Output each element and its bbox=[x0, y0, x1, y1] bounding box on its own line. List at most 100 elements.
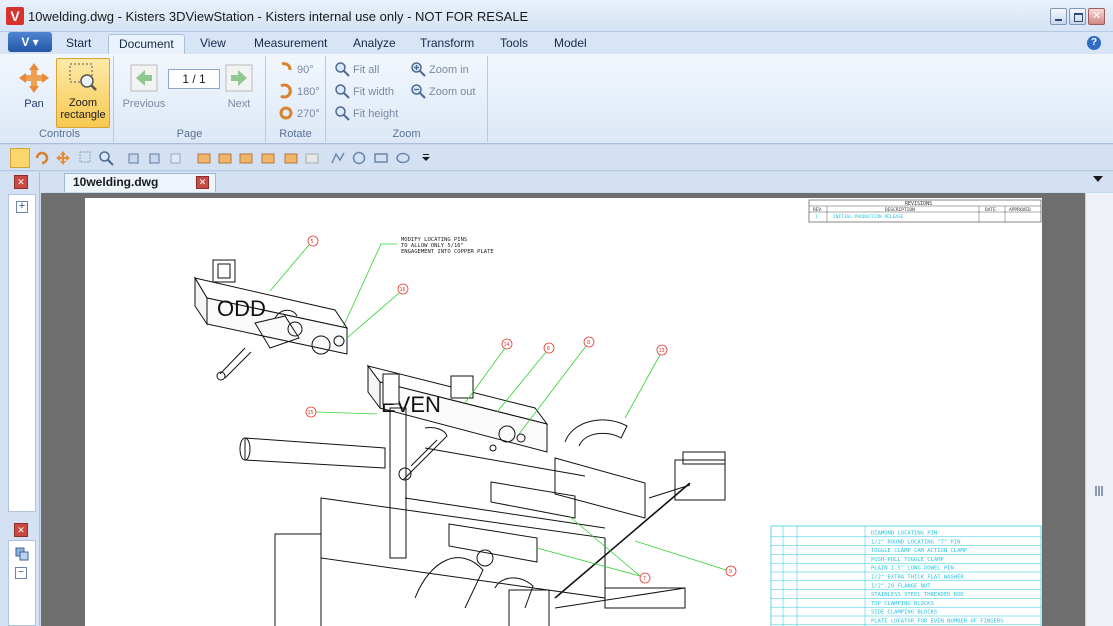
balloon-9: 9 bbox=[729, 569, 732, 575]
view-iso6-icon[interactable] bbox=[304, 150, 320, 166]
view-iso5-icon[interactable] bbox=[283, 150, 299, 166]
next-page-button[interactable]: Next bbox=[214, 60, 264, 126]
zoom-in-button[interactable]: Zoom in bbox=[410, 60, 469, 80]
modify-note: MODIFY LOCATING PINS TO ALLOW ONLY 5/16"… bbox=[338, 237, 494, 337]
rotate-90-icon bbox=[281, 62, 292, 71]
collapse-tree-icon[interactable]: − bbox=[15, 567, 27, 579]
bom-row-description: STAINLESS STEEL THREADED ROD bbox=[871, 592, 964, 598]
maximize-button[interactable] bbox=[1069, 8, 1086, 25]
odd-fixture: ODD bbox=[193, 259, 349, 381]
close-lower-panel-icon[interactable]: ✕ bbox=[14, 523, 28, 537]
fit-all-button[interactable]: Fit all bbox=[334, 60, 379, 80]
rotate-tool-icon[interactable] bbox=[34, 150, 50, 166]
vertical-scrollbar[interactable] bbox=[1085, 193, 1113, 626]
zoom-tool-icon[interactable] bbox=[98, 150, 114, 166]
group-page: Previous 1 / 1 Next Page bbox=[114, 56, 266, 142]
magnifier-icon bbox=[335, 62, 350, 77]
markup-cloud-icon[interactable] bbox=[395, 150, 411, 166]
tab-tools[interactable]: Tools bbox=[490, 34, 538, 54]
balloon-8: 8 bbox=[587, 340, 590, 346]
zoom-rectangle-tool-icon[interactable] bbox=[10, 148, 30, 168]
cad-drawing: REVISIONS REV DESCRIPTION DATE APPROVED … bbox=[193, 199, 1042, 626]
bom-row-description: 1/2"-20 FLANGE NUT bbox=[871, 583, 931, 589]
fit-height-button[interactable]: Fit height bbox=[334, 104, 398, 124]
tab-document[interactable]: Document bbox=[108, 34, 185, 54]
zoom-rectangle-icon bbox=[69, 63, 97, 91]
rotate-90-button[interactable]: 90° bbox=[278, 60, 314, 80]
bom-row-description: 1/2" EXTRA THICK FLAT WASHER bbox=[871, 575, 964, 581]
expand-tree-icon[interactable]: + bbox=[16, 201, 28, 213]
tab-measurement[interactable]: Measurement bbox=[244, 34, 337, 54]
close-left-panel-icon[interactable]: ✕ bbox=[14, 175, 28, 189]
markup-rectangle-icon[interactable] bbox=[373, 150, 389, 166]
tab-view[interactable]: View bbox=[190, 34, 236, 54]
rotate-180-button[interactable]: 180° bbox=[278, 82, 320, 102]
close-window-button[interactable] bbox=[1088, 8, 1105, 25]
zoom-out-icon bbox=[411, 84, 426, 99]
ribbon-tabs: V ▾ Start Document View Measurement Anal… bbox=[0, 32, 1113, 54]
group-label-zoom: Zoom bbox=[392, 128, 421, 140]
tab-transform[interactable]: Transform bbox=[410, 34, 484, 54]
document-tab-10welding[interactable]: 10welding.dwg ✕ bbox=[64, 173, 216, 192]
bom-row-description: TOGGLE CLAMP CAM ACTION CLAMP bbox=[871, 548, 968, 554]
window-title: 10welding.dwg - Kisters 3DViewStation - … bbox=[28, 9, 529, 24]
minimize-button[interactable] bbox=[1050, 8, 1067, 25]
bill-of-materials: DIAMOND LOCATING PIN 1/2" ROUND LOCATING … bbox=[770, 525, 1042, 626]
view-iso3-icon[interactable] bbox=[238, 150, 254, 166]
group-rotate: 90° 180° 270° Rotate bbox=[266, 56, 326, 142]
view-iso4-icon[interactable] bbox=[260, 150, 276, 166]
view-back-icon[interactable] bbox=[147, 150, 163, 166]
markup-line-icon[interactable] bbox=[330, 150, 346, 166]
drawing-viewport[interactable]: REVISIONS REV DESCRIPTION DATE APPROVED … bbox=[41, 193, 1085, 626]
note-line-3: ENGAGEMENT INTO COPPER PLATE bbox=[401, 249, 494, 255]
balloon-7: 7 bbox=[643, 576, 646, 582]
tab-list-dropdown-icon[interactable] bbox=[1093, 176, 1103, 182]
model-tree-panel: + bbox=[8, 194, 36, 512]
group-controls: Pan Zoom rectangle Controls bbox=[6, 56, 114, 142]
rotate-270-button[interactable]: 270° bbox=[278, 104, 320, 124]
odd-label: ODD bbox=[217, 296, 266, 321]
group-label-rotate: Rotate bbox=[279, 128, 312, 140]
fit-width-button[interactable]: Fit width bbox=[334, 82, 394, 102]
bom-row-description: TOP CLAMPING BLOCKS bbox=[871, 601, 934, 607]
splitter-grip-icon[interactable] bbox=[1095, 486, 1103, 496]
balloons: 5 16 14 6 8 13 15 9 7 bbox=[269, 235, 737, 584]
balloon-15: 15 bbox=[308, 410, 314, 416]
drawing-sheet[interactable]: REVISIONS REV DESCRIPTION DATE APPROVED … bbox=[85, 198, 1042, 626]
view-iso2-icon[interactable] bbox=[217, 150, 233, 166]
help-icon[interactable]: ? bbox=[1087, 36, 1101, 50]
lower-panel: − bbox=[8, 540, 36, 626]
tab-model[interactable]: Model bbox=[544, 34, 597, 54]
view-side-icon[interactable] bbox=[168, 150, 184, 166]
view-iso1-icon[interactable] bbox=[196, 150, 212, 166]
page-number-input[interactable]: 1 / 1 bbox=[168, 69, 220, 89]
tab-analyze[interactable]: Analyze bbox=[343, 34, 406, 54]
left-panel: ✕ + ✕ − bbox=[0, 172, 40, 626]
revisions-title: REVISIONS bbox=[905, 201, 932, 207]
title-bar: V 10welding.dwg - Kisters 3DViewStation … bbox=[0, 0, 1113, 32]
close-document-icon[interactable]: ✕ bbox=[196, 176, 209, 189]
pan-tool-icon[interactable] bbox=[55, 150, 71, 166]
layers-icon[interactable] bbox=[15, 547, 29, 561]
pan-button[interactable]: Pan bbox=[8, 60, 60, 126]
bom-row-description: 1/2" ROUND LOCATING "T" PIN bbox=[871, 539, 960, 545]
quick-toolbar bbox=[0, 145, 1113, 171]
balloon-16: 16 bbox=[400, 287, 406, 293]
application-menu-button[interactable]: V ▾ bbox=[8, 32, 52, 52]
bom-row-description: DIAMOND LOCATING PIN bbox=[871, 531, 937, 537]
zoom-rectangle-button[interactable]: Zoom rectangle bbox=[56, 58, 110, 128]
rev-header-date: DATE bbox=[985, 207, 996, 213]
rotate-270-icon bbox=[279, 106, 293, 120]
bom-row-description: PLAIN 1.5" LONG DOWEL PIN bbox=[871, 566, 954, 572]
select-tool-icon[interactable] bbox=[78, 150, 94, 166]
balloon-14: 14 bbox=[504, 342, 510, 348]
markup-circle-icon[interactable] bbox=[351, 150, 367, 166]
tab-start[interactable]: Start bbox=[56, 34, 101, 54]
toolbar-overflow-icon[interactable] bbox=[420, 150, 432, 166]
group-label-page: Page bbox=[176, 128, 203, 140]
previous-page-button[interactable]: Previous bbox=[116, 60, 172, 126]
balloon-5: 5 bbox=[311, 239, 314, 245]
view-front-icon[interactable] bbox=[126, 150, 142, 166]
zoom-out-button[interactable]: Zoom out bbox=[410, 82, 475, 102]
rev-header-rev: REV bbox=[813, 207, 821, 213]
